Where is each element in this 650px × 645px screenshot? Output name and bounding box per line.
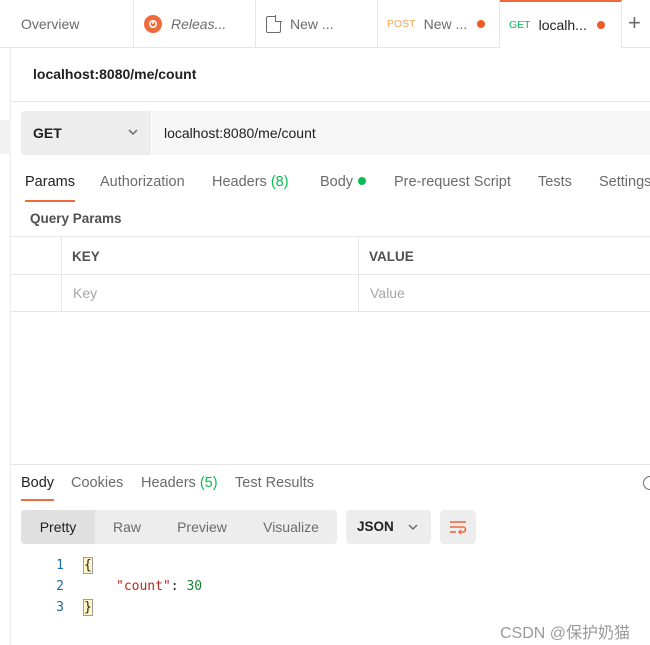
chevron-down-icon [128,129,138,136]
tab-label: Params [25,174,75,190]
gutter-marker [0,120,11,154]
line-number: 2 [56,579,64,594]
tab-label: Settings [599,174,650,190]
code-line: { [83,557,93,574]
table-header-row [11,237,650,275]
json-key: "count" [116,579,171,594]
tab-method: POST [387,18,416,30]
json-value: 30 [186,579,203,594]
tab-localhost-get[interactable]: GET localh... [500,0,622,48]
view-pretty-button[interactable]: Pretty [21,510,95,544]
params-table: KEY VALUE Key Value [11,236,650,312]
sidebar-gutter [0,0,11,645]
divider [11,101,650,102]
view-mode-switch: Pretty Raw Preview Visualize [21,510,337,544]
query-params-label: Query Params [30,211,122,226]
tab-label: Overview [21,16,80,32]
tab-body[interactable]: Body [320,174,367,202]
brace: } [83,599,93,616]
view-raw-button[interactable]: Raw [105,510,149,544]
tab-label: New ... [290,16,334,32]
tab-release[interactable]: Releas... [134,0,256,48]
tab-label: Body [320,174,354,190]
tab-label: Body [21,475,55,491]
headers-count: (8) [270,174,289,190]
key-input[interactable]: Key [73,285,97,301]
request-title[interactable]: localhost:8080/me/count [33,66,196,82]
tab-new-post[interactable]: POST New ... [378,0,500,48]
format-value: JSON [357,519,394,534]
history-clock-icon[interactable] [643,476,650,490]
body-indicator-dot [358,177,367,185]
brace: { [83,557,93,574]
tab-label: localh... [538,17,587,33]
tab-overview[interactable]: Overview [0,0,134,48]
tab-label: Tests [538,174,572,190]
tab-label: Test Results [235,475,314,491]
tab-params[interactable]: Params [25,174,75,202]
wrap-lines-icon [450,521,467,535]
response-tab-test-results[interactable]: Test Results [235,475,314,501]
document-icon [266,14,282,33]
method-value: GET [33,125,62,141]
response-tab-cookies[interactable]: Cookies [71,475,123,501]
chevron-down-icon [408,524,418,531]
tab-label: Cookies [71,475,124,491]
headers-count: (5) [199,475,218,491]
column-header-value: VALUE [369,249,414,264]
wrap-lines-button[interactable] [440,510,476,544]
tab-method: GET [509,19,531,31]
tab-label: New ... [423,16,468,32]
postman-window: Overview Releas... New ... POST New ... … [0,0,650,645]
tab-bar: Overview Releas... New ... POST New ... … [0,0,650,48]
view-preview-button[interactable]: Preview [165,510,239,544]
tab-authorization[interactable]: Authorization [100,174,185,202]
code-line: } [83,599,93,616]
unsaved-dot [596,21,605,29]
line-number: 3 [56,600,64,615]
tab-headers[interactable]: Headers (8) [212,174,289,202]
release-icon [144,15,162,33]
line-number: 1 [56,558,64,573]
tab-label: Headers [141,475,196,491]
view-visualize-button[interactable]: Visualize [251,510,331,544]
tab-new-document[interactable]: New ... [256,0,378,48]
column-divider [61,237,62,312]
tab-settings[interactable]: Settings [599,174,650,202]
tab-label: Releas... [171,16,227,32]
method-select[interactable]: GET [21,111,151,155]
tab-label: Headers [212,174,267,190]
tab-label: Authorization [100,174,185,190]
column-header-key: KEY [72,249,100,264]
unsaved-dot [477,20,486,28]
code-line: "count": 30 [116,579,203,594]
tab-label: Pre-request Script [394,174,511,190]
tab-tests[interactable]: Tests [538,174,572,202]
value-input[interactable]: Value [370,285,405,301]
response-tab-headers[interactable]: Headers (5) [141,475,218,501]
column-divider [358,237,359,312]
response-divider[interactable] [11,464,650,465]
url-input[interactable] [151,111,650,155]
new-tab-plus-icon[interactable]: + [628,9,650,37]
response-tab-body[interactable]: Body [21,475,55,501]
tab-pre-request-script[interactable]: Pre-request Script [394,174,511,202]
watermark: CSDN @保护奶猫 [500,625,631,642]
format-select[interactable]: JSON [346,510,431,544]
